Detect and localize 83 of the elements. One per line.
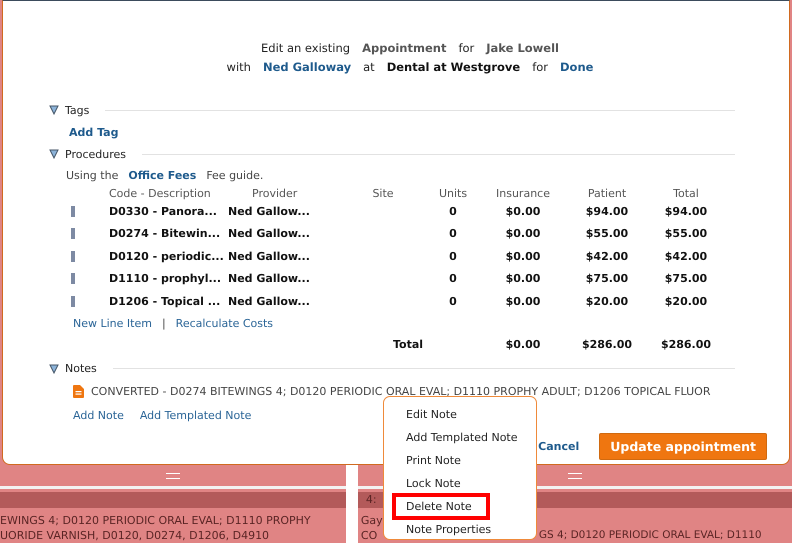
column-header: Provider: [251, 186, 298, 200]
resize-grip-icon[interactable]: [568, 472, 582, 478]
header-text: at: [363, 60, 375, 74]
table-cell-text: $20.00: [664, 294, 708, 308]
drag-handle-icon[interactable]: [71, 228, 75, 240]
appointment-text: CO: [360, 528, 378, 543]
guide-label: Fee guide.: [206, 168, 264, 182]
recalculate-link[interactable]: Recalculate Costs: [176, 317, 274, 330]
table-cell-text: $94.00: [584, 204, 630, 218]
section-title: Notes: [65, 362, 97, 375]
header-text: Jake Lowell: [486, 40, 559, 54]
table-cell-text: 0: [448, 227, 458, 240]
table-cell-text: $75.00: [584, 272, 630, 286]
resize-grip-icon[interactable]: [166, 472, 180, 478]
drag-handle-icon[interactable]: [71, 206, 75, 217]
table-cell-text: $0.00: [504, 338, 542, 351]
table-cell-text: D0120 - periodic...: [109, 250, 225, 263]
menu-item[interactable]: Delete Note: [392, 493, 490, 520]
collapse-triangle-icon[interactable]: [49, 149, 59, 159]
table-cell-text: D0274 - Bitewin...: [109, 227, 222, 240]
header-link[interactable]: Ned Galloway: [262, 60, 352, 74]
table-cell-text: D1206 - Topical ...: [109, 294, 222, 308]
table-cell-text: $0.00: [504, 204, 542, 218]
table-cell-text: $42.00: [664, 250, 708, 263]
header-text: for: [532, 60, 548, 74]
appointment-text: GS 4; D0120 PERIODIC ORAL EVAL; D1110: [538, 529, 762, 541]
header-text: with: [226, 60, 251, 74]
note-text[interactable]: CONVERTED - D0274 BITEWINGS 4; D0120 PERIODIC ORAL EVAL; D1110 PROPHY ADULT; D1206 TOPICAL FLUOR: [91, 385, 710, 398]
column-header: Insurance: [495, 186, 551, 200]
fee-guide-link[interactable]: Office Fees: [128, 168, 196, 182]
table-cell-text: 0: [448, 294, 458, 308]
table-cell-text: $286.00: [580, 338, 634, 351]
header-text: for: [458, 40, 474, 54]
header-text: Appointment: [362, 40, 446, 54]
section-title: Procedures: [65, 148, 126, 160]
table-cell-text: Ned Gallow...: [228, 227, 311, 240]
header-link[interactable]: Done: [560, 60, 594, 74]
header-text: Edit an existing: [261, 40, 350, 54]
appointment-text: Gay: [360, 513, 383, 528]
table-cell-text: $0.00: [504, 272, 542, 286]
add-templated-note-link[interactable]: Add Templated Note: [140, 409, 252, 422]
collapse-triangle-icon[interactable]: [49, 364, 59, 374]
drag-handle-icon[interactable]: [71, 273, 75, 284]
table-cell-text: D0330 - Panora...: [109, 204, 218, 218]
table-cell-text: Ned Gallow...: [228, 272, 311, 286]
appointment-time: 4:: [366, 492, 377, 507]
table-cell-text: 0: [448, 204, 458, 218]
table-cell-text: $75.00: [664, 272, 708, 286]
new-line-item-link[interactable]: New Line Item: [73, 317, 152, 330]
table-cell-text: $0.00: [504, 250, 542, 263]
cancel-link[interactable]: Cancel: [538, 440, 580, 452]
separator: |: [162, 317, 166, 330]
header-text: Dental at Westgrove: [386, 60, 520, 74]
drag-handle-icon[interactable]: [71, 250, 75, 262]
table-cell-text: $20.00: [584, 294, 630, 308]
table-cell-text: $286.00: [660, 338, 712, 351]
add-tag-link[interactable]: Add Tag: [69, 126, 118, 138]
column-header: Site: [371, 186, 395, 200]
table-cell-text: D1110 - prophyl...: [109, 272, 222, 286]
table-cell-text: 0: [448, 250, 458, 263]
section-title: Tags: [65, 104, 90, 116]
column-header: Units: [438, 186, 468, 200]
appointment-text: UORIDE VARNISH, D0120, D0274, D1206, D4910: [0, 528, 270, 543]
table-cell-text: $55.00: [664, 227, 708, 240]
table-cell-text: Ned Gallow...: [228, 250, 311, 263]
table-cell-text: 0: [448, 272, 458, 286]
table-cell-text: $42.00: [584, 250, 630, 263]
guide-label: Using the: [66, 168, 118, 182]
table-cell-text: Ned Gallow...: [228, 204, 311, 218]
column-header: Patient: [586, 186, 628, 200]
collapse-triangle-icon[interactable]: [49, 105, 59, 115]
table-cell-text: $94.00: [664, 204, 708, 218]
total-label: Total: [392, 338, 424, 351]
document-icon[interactable]: [73, 385, 84, 398]
column-header: Code - Description: [109, 186, 212, 200]
column-header: Total: [672, 186, 700, 200]
table-cell-text: Ned Gallow...: [228, 294, 311, 308]
table-cell-text: $0.00: [504, 294, 542, 308]
table-cell-text: $0.00: [504, 227, 542, 240]
appointment-text: EWINGS 4; D0120 PERIODIC ORAL EVAL; D1110 PROPHY: [0, 513, 311, 528]
drag-handle-icon[interactable]: [71, 296, 75, 307]
table-cell-text: $55.00: [584, 227, 630, 240]
add-note-link[interactable]: Add Note: [73, 409, 124, 422]
